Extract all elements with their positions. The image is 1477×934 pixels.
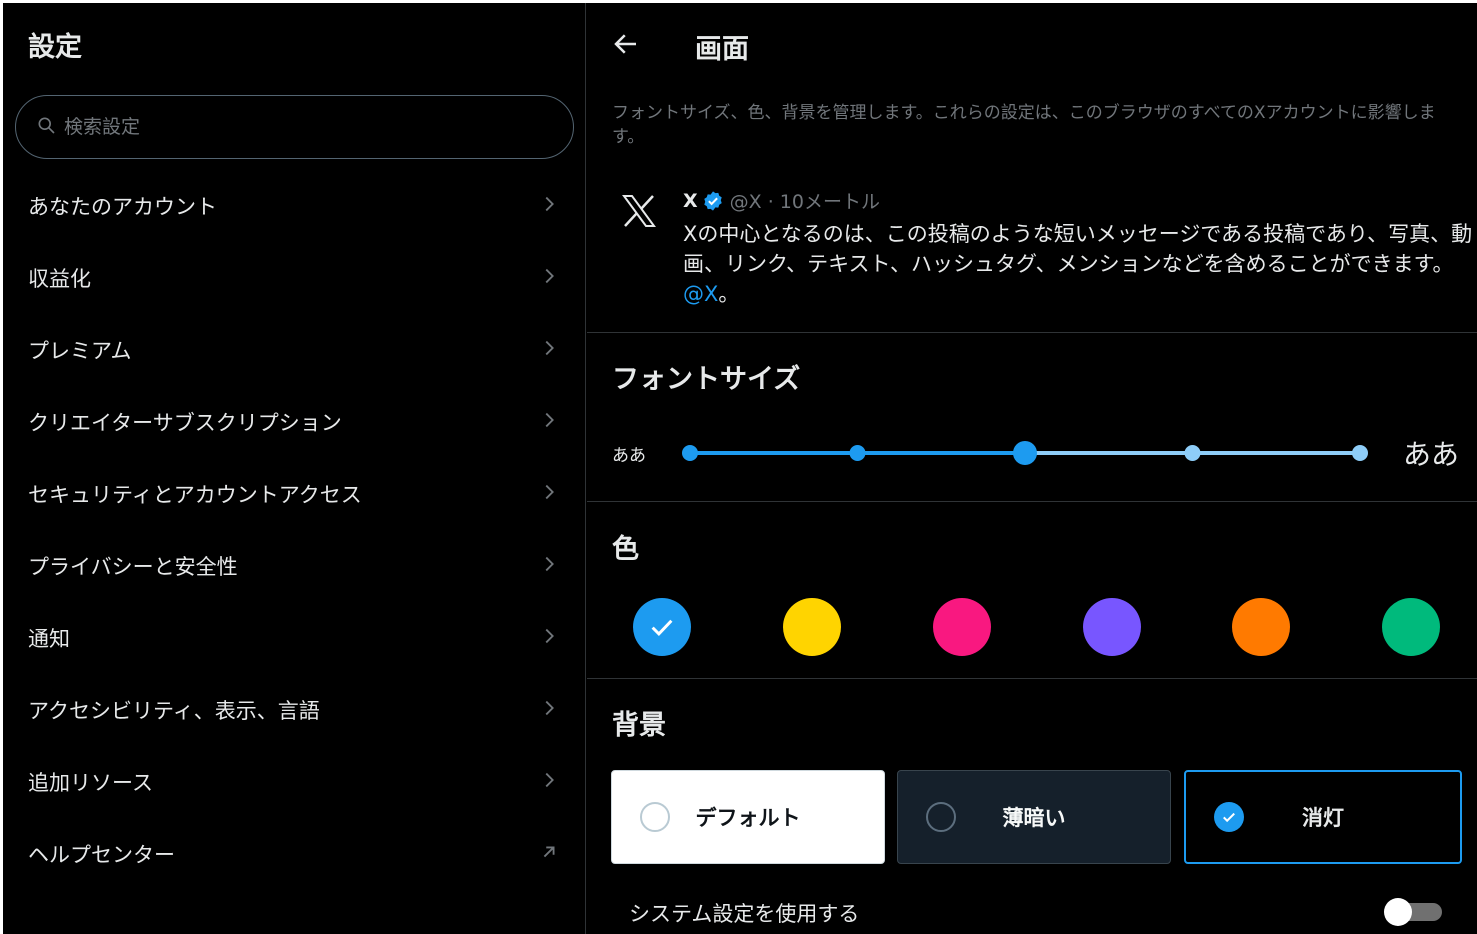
font-size-title: フォントサイズ bbox=[612, 364, 801, 395]
color-swatch[interactable] bbox=[633, 598, 691, 656]
menu-item-privacy[interactable]: プライバシーと安全性 bbox=[3, 530, 586, 602]
background-option-dim[interactable]: 薄暗い bbox=[897, 770, 1171, 864]
background-option-label: 薄暗い bbox=[1002, 806, 1066, 830]
font-size-small-label: ああ bbox=[612, 446, 646, 466]
search-box[interactable] bbox=[15, 95, 574, 159]
menu-item-notifications[interactable]: 通知 bbox=[3, 602, 586, 674]
settings-sidebar: 設定 あなたのアカウント 収益化 プレミアム クリエイターサブスクリプション セ… bbox=[3, 3, 586, 934]
divider bbox=[587, 678, 1477, 679]
back-button[interactable] bbox=[611, 29, 641, 59]
slider-step-dot[interactable] bbox=[1352, 445, 1368, 461]
toggle-knob bbox=[1384, 898, 1412, 926]
color-swatch[interactable] bbox=[1382, 598, 1440, 656]
slider-step-dot[interactable] bbox=[1184, 445, 1201, 461]
page-title: 画面 bbox=[695, 34, 749, 65]
menu-item-premium[interactable]: プレミアム bbox=[3, 314, 586, 386]
menu-item-your-account[interactable]: あなたのアカウント bbox=[3, 170, 586, 242]
menu-item-label: プライバシーと安全性 bbox=[28, 555, 238, 579]
post-author-name: X bbox=[683, 189, 698, 212]
external-link-icon bbox=[538, 841, 560, 867]
chevron-right-icon bbox=[538, 193, 560, 219]
x-logo-icon bbox=[621, 193, 657, 229]
chevron-right-icon bbox=[538, 697, 560, 723]
divider bbox=[587, 332, 1477, 333]
background-option-label: デフォルト bbox=[695, 806, 801, 830]
color-swatch[interactable] bbox=[933, 598, 991, 656]
slider-step-dot[interactable] bbox=[682, 445, 698, 461]
color-swatches bbox=[587, 596, 1477, 658]
font-size-large-label: ああ bbox=[1403, 438, 1460, 471]
checkmark-icon bbox=[651, 619, 673, 637]
menu-item-label: 通知 bbox=[28, 627, 70, 651]
background-option-label: 消灯 bbox=[1302, 806, 1344, 830]
chevron-right-icon bbox=[538, 409, 560, 435]
verified-badge-icon bbox=[702, 190, 724, 212]
system-setting-toggle[interactable] bbox=[1384, 898, 1444, 926]
system-setting-label: システム設定を使用する bbox=[629, 902, 860, 926]
menu-item-monetization[interactable]: 収益化 bbox=[3, 242, 586, 314]
sample-post: X @X · 10メートル Xの中心となるのは、この投稿のような短いメッセージで… bbox=[612, 183, 1472, 313]
menu-item-creator-subscriptions[interactable]: クリエイターサブスクリプション bbox=[3, 386, 586, 458]
post-header: X @X · 10メートル bbox=[683, 187, 880, 214]
menu-item-label: あなたのアカウント bbox=[28, 195, 217, 219]
chevron-right-icon bbox=[538, 769, 560, 795]
chevron-right-icon bbox=[538, 337, 560, 363]
color-title: 色 bbox=[612, 534, 639, 565]
search-icon bbox=[36, 115, 56, 139]
menu-item-accessibility[interactable]: アクセシビリティ、表示、言語 bbox=[3, 674, 586, 746]
chevron-right-icon bbox=[538, 265, 560, 291]
menu-item-label: ヘルプセンター bbox=[28, 843, 175, 867]
menu-item-additional-resources[interactable]: 追加リソース bbox=[3, 746, 586, 818]
menu-item-label: プレミアム bbox=[28, 339, 132, 363]
slider-step-dot[interactable] bbox=[849, 445, 866, 461]
font-size-slider[interactable] bbox=[682, 433, 1372, 473]
background-title: 背景 bbox=[612, 710, 666, 741]
chevron-right-icon bbox=[538, 553, 560, 579]
color-swatch[interactable] bbox=[783, 598, 841, 656]
menu-item-security[interactable]: セキュリティとアカウントアクセス bbox=[3, 458, 586, 530]
chevron-right-icon bbox=[538, 625, 560, 651]
chevron-right-icon bbox=[538, 481, 560, 507]
search-input[interactable] bbox=[64, 116, 544, 138]
menu-item-label: セキュリティとアカウントアクセス bbox=[28, 483, 362, 507]
menu-item-help-center[interactable]: ヘルプセンター bbox=[3, 818, 586, 890]
arrow-left-icon bbox=[611, 34, 641, 63]
slider-thumb[interactable] bbox=[1013, 441, 1037, 465]
menu-item-label: 追加リソース bbox=[28, 771, 153, 795]
settings-title: 設定 bbox=[28, 32, 82, 63]
menu-item-label: クリエイターサブスクリプション bbox=[28, 411, 342, 435]
menu-item-label: アクセシビリティ、表示、言語 bbox=[28, 699, 320, 723]
post-handle-time: @X · 10メートル bbox=[729, 191, 880, 213]
post-text-end: 。 bbox=[718, 282, 740, 306]
color-swatch[interactable] bbox=[1232, 598, 1290, 656]
divider bbox=[587, 501, 1477, 502]
display-panel: 画面 フォントサイズ、色、背景を管理します。これらの設定は、このブラウザのすべて… bbox=[587, 3, 1477, 934]
menu-item-label: 収益化 bbox=[28, 267, 91, 291]
post-body: Xの中心となるのは、この投稿のような短いメッセージである投稿であり、写真、動画、… bbox=[683, 222, 1473, 276]
color-swatch[interactable] bbox=[1083, 598, 1141, 656]
background-option-lights-out[interactable]: 消灯 bbox=[1184, 770, 1462, 864]
post-mention-link[interactable]: @X bbox=[683, 282, 718, 306]
background-option-default[interactable]: デフォルト bbox=[611, 770, 885, 864]
post-text: Xの中心となるのは、この投稿のような短いメッセージである投稿であり、写真、動画、… bbox=[683, 219, 1473, 309]
settings-menu: あなたのアカウント 収益化 プレミアム クリエイターサブスクリプション セキュリ… bbox=[3, 170, 586, 890]
page-description: フォントサイズ、色、背景を管理します。これらの設定は、このブラウザのすべてのXア… bbox=[612, 103, 1436, 147]
